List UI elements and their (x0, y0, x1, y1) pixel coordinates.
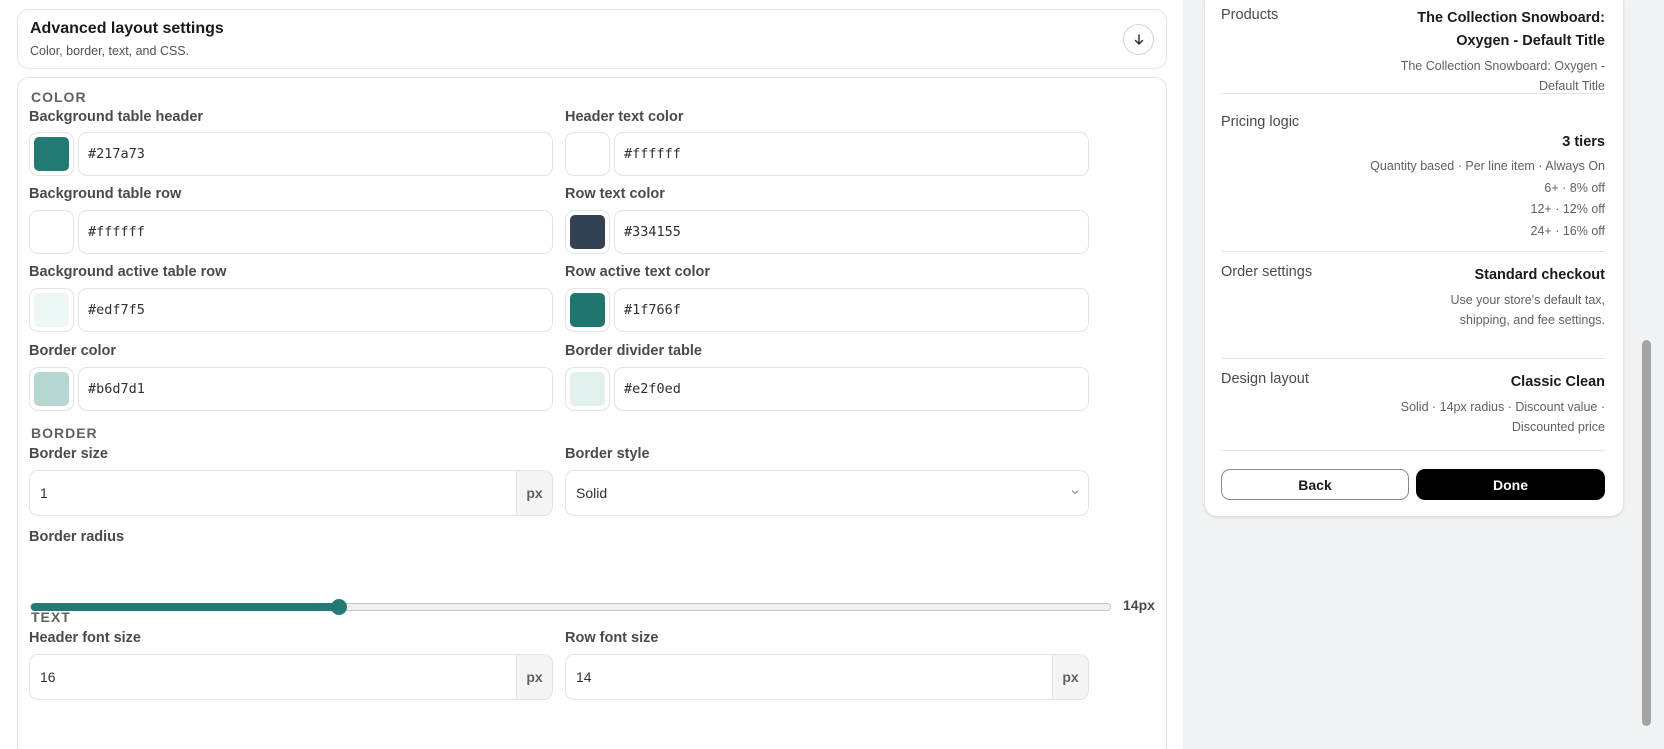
border-radius-slider[interactable] (30, 599, 1111, 615)
color-chip (34, 372, 69, 406)
color-section-title: COLOR (31, 89, 87, 105)
pricing-detail: Quantity based · Per line item · Always … (1370, 159, 1605, 173)
header-text-color-input[interactable]: #ffffff (614, 132, 1089, 176)
divider (1221, 358, 1605, 359)
background-table-row-swatch[interactable] (29, 210, 74, 254)
color-chip (570, 215, 605, 249)
divider (1221, 251, 1605, 252)
border-divider-table-swatch[interactable] (565, 367, 610, 411)
border-size-label: Border size (29, 446, 108, 462)
background-table-header-label: Background table header (29, 109, 204, 125)
row-active-text-color-input[interactable]: #1f766f (614, 288, 1089, 332)
border-size-unit: px (516, 471, 552, 515)
border-radius-label: Border radius (29, 529, 125, 545)
order-value: Standard checkout (1474, 267, 1605, 283)
done-button[interactable]: Done (1416, 469, 1605, 500)
slider-thumb[interactable] (331, 599, 347, 615)
tier-3: 24+ · 16% off (1530, 224, 1605, 238)
row-text-color-label: Row text color (565, 186, 665, 202)
order-row: Order settings Standard checkout Use you… (1221, 264, 1605, 349)
back-button[interactable]: Back (1221, 469, 1409, 500)
background-table-header-swatch[interactable] (29, 132, 74, 176)
border-style-value: Solid (576, 485, 608, 501)
background-table-row-input[interactable]: #ffffff (78, 210, 553, 254)
design-detail: Solid · 14px radius · Discount value · D… (1400, 400, 1605, 434)
pricing-value: 3 tiers (1562, 134, 1605, 150)
color-chip (570, 293, 605, 327)
border-divider-table-input[interactable]: #e2f0ed (614, 367, 1089, 411)
summary-card: Products The Collection Snowboard: Oxyge… (1205, 0, 1623, 516)
background-table-header-input[interactable]: #217a73 (78, 132, 553, 176)
color-chip (570, 137, 605, 171)
design-label: Design layout (1221, 371, 1309, 387)
tier-2: 12+ · 12% off (1530, 202, 1605, 216)
design-value: Classic Clean (1510, 374, 1605, 390)
divider (1221, 450, 1605, 451)
background-active-table-row-swatch[interactable] (29, 288, 74, 332)
border-color-label: Border color (29, 343, 117, 359)
arrow-down-icon (1134, 33, 1143, 45)
pricing-row: Pricing logic 3 tiers Quantity based · P… (1221, 114, 1605, 239)
tier-1: 6+ · 8% off (1544, 181, 1605, 195)
row-text-color-input[interactable]: #334155 (614, 210, 1089, 254)
color-chip (34, 137, 69, 171)
advanced-layout-header[interactable]: Advanced layout settings Color, border, … (17, 9, 1167, 69)
header-text-color-label: Header text color (565, 109, 684, 125)
products-detail: The Collection Snowboard: Oxygen - Defau… (1400, 59, 1605, 93)
color-chip (34, 293, 69, 327)
order-detail: Use your store's default tax, shipping, … (1450, 293, 1605, 327)
row-font-size-unit: px (1052, 655, 1088, 699)
header-font-size-input[interactable]: 16 px (29, 654, 553, 700)
row-font-size-value: 14 (576, 669, 592, 685)
chevron-down-icon (1071, 490, 1079, 495)
products-value: The Collection Snowboard: Oxygen - Defau… (1417, 10, 1605, 49)
scrollbar-thumb[interactable] (1642, 340, 1651, 726)
border-color-input[interactable]: #b6d7d1 (78, 367, 553, 411)
header-font-size-unit: px (516, 655, 552, 699)
text-section-title: TEXT (31, 609, 71, 625)
advanced-settings-card: COLOR Background table header #217a73 He… (17, 77, 1167, 749)
background-active-table-row-label: Background active table row (29, 264, 227, 280)
products-label: Products (1221, 7, 1279, 23)
slider-fill (31, 603, 339, 611)
header-text-color-swatch[interactable] (565, 132, 610, 176)
border-radius-value: 14px (1123, 597, 1155, 613)
advanced-layout-title: Advanced layout settings (30, 20, 224, 37)
divider (1221, 93, 1605, 94)
background-table-row-label: Background table row (29, 186, 182, 202)
border-section-title: BORDER (31, 425, 98, 441)
products-row: Products The Collection Snowboard: Oxyge… (1221, 7, 1605, 93)
collapse-toggle-button[interactable] (1123, 24, 1154, 55)
background-active-table-row-input[interactable]: #edf7f5 (78, 288, 553, 332)
border-color-swatch[interactable] (29, 367, 74, 411)
border-style-label: Border style (565, 446, 650, 462)
row-text-color-swatch[interactable] (565, 210, 610, 254)
border-size-value: 1 (40, 485, 48, 501)
color-chip (570, 372, 605, 406)
row-active-text-color-label: Row active text color (565, 264, 711, 280)
border-style-select[interactable]: Solid (565, 470, 1089, 516)
pricing-label: Pricing logic (1221, 114, 1300, 130)
settings-panel: Advanced layout settings Color, border, … (0, 0, 1183, 749)
design-row: Design layout Classic Clean Solid · 14px… (1221, 371, 1605, 441)
advanced-layout-subtitle: Color, border, text, and CSS. (30, 44, 190, 58)
row-active-text-color-swatch[interactable] (565, 288, 610, 332)
row-font-size-label: Row font size (565, 630, 659, 646)
header-font-size-label: Header font size (29, 630, 141, 646)
header-font-size-value: 16 (40, 669, 56, 685)
border-divider-table-label: Border divider table (565, 343, 702, 359)
row-font-size-input[interactable]: 14 px (565, 654, 1089, 700)
order-label: Order settings (1221, 264, 1313, 280)
border-size-input[interactable]: 1 px (29, 470, 553, 516)
color-chip (34, 215, 69, 249)
